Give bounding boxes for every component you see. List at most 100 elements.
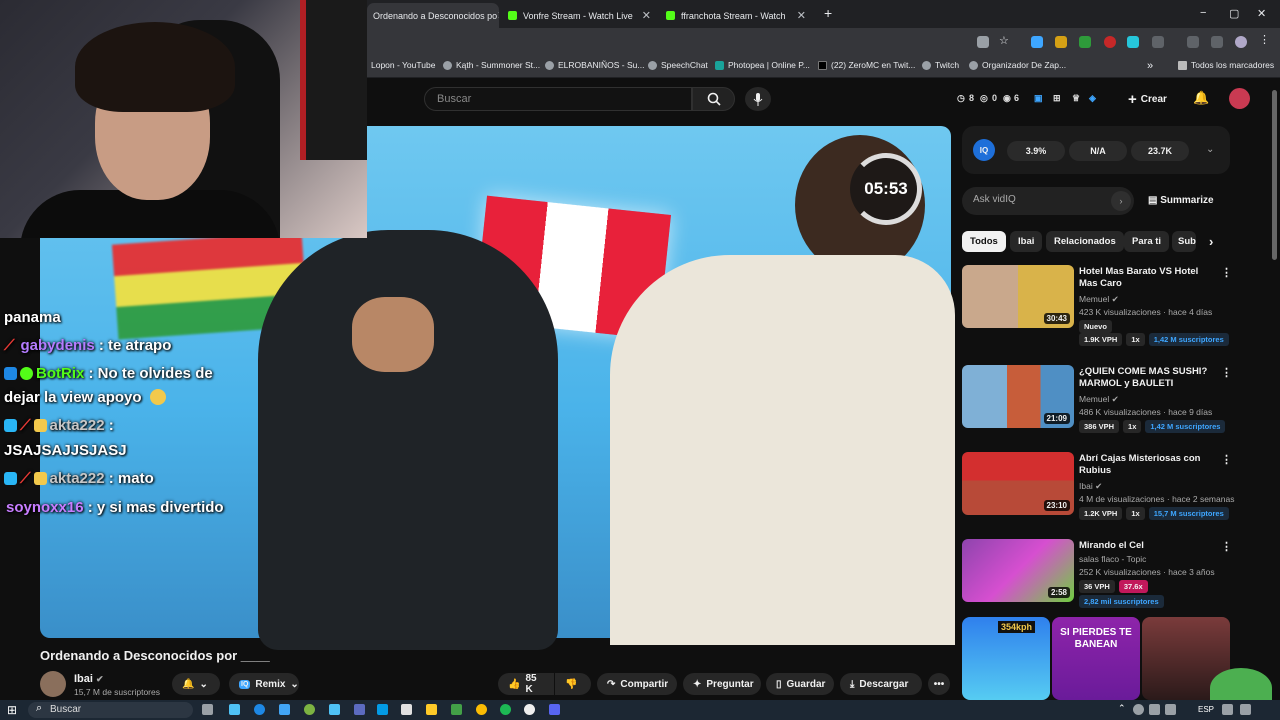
download-button[interactable]: ⤓ Descargar — [840, 673, 922, 695]
app-icon[interactable] — [279, 704, 290, 715]
search-input[interactable]: Buscar — [424, 87, 692, 111]
chip-para-ti[interactable]: Para ti — [1124, 231, 1170, 252]
related-channel[interactable]: Ibai ✔ — [1079, 481, 1102, 492]
extension-icon[interactable] — [1031, 36, 1043, 48]
tray-chevron-icon[interactable]: ⌃ — [1118, 703, 1126, 714]
wifi-icon[interactable] — [1222, 704, 1233, 715]
taskbar-search[interactable]: Buscar — [28, 702, 193, 718]
app-icon[interactable] — [451, 704, 462, 715]
avatar[interactable] — [1229, 88, 1250, 109]
more-vert-icon[interactable]: ⋮ — [1221, 366, 1232, 379]
app-icon[interactable] — [229, 704, 240, 715]
more-vert-icon[interactable]: ⋮ — [1221, 540, 1232, 553]
app-icon[interactable] — [329, 704, 340, 715]
extension-icon[interactable] — [1127, 36, 1139, 48]
short-thumbnail[interactable]: 354kph — [962, 617, 1050, 700]
edge-icon[interactable] — [254, 704, 265, 715]
all-bookmarks[interactable]: Todos los marcadores — [1178, 60, 1274, 70]
extension-icon[interactable] — [1104, 36, 1116, 48]
ask-button[interactable]: ✦ Preguntar — [683, 673, 761, 695]
windows-start-icon[interactable]: ⊞ — [7, 703, 17, 717]
summarize-button[interactable]: ▤ Summarize — [1148, 195, 1214, 206]
chip-ibai[interactable]: Ibai — [1010, 231, 1043, 252]
related-channel[interactable]: Memuel ✔ — [1079, 294, 1119, 305]
bookmark-item[interactable]: SpeechChat — [648, 60, 708, 70]
volume-icon[interactable] — [1240, 704, 1251, 715]
bookmark-item[interactable]: (22) ZeroMC en Twit... — [818, 60, 915, 70]
mic-button[interactable] — [745, 87, 771, 111]
send-icon[interactable]: › — [1111, 191, 1131, 211]
discord-icon[interactable] — [549, 704, 560, 715]
vidiq-icon[interactable]: ▣ — [1034, 93, 1043, 104]
related-title[interactable]: Hotel Mas Barato VS Hotel Mas Caro — [1079, 266, 1219, 290]
cast-icon[interactable] — [977, 36, 989, 48]
new-tab-button[interactable]: + — [824, 5, 832, 21]
tab-active[interactable]: Ordenando a Desconocidos po ✕ — [367, 3, 499, 28]
related-title[interactable]: Mirando el Cel — [1079, 540, 1219, 552]
grid-icon[interactable]: ⊞ — [1053, 93, 1061, 104]
short-thumbnail[interactable]: SI PIERDES TE BANEAN — [1052, 617, 1140, 700]
more-vert-icon[interactable]: ⋮ — [1221, 266, 1232, 279]
chip-todos[interactable]: Todos — [962, 231, 1006, 252]
tab-vonfre[interactable]: Vonfre Stream - Watch Live ✕ — [502, 3, 657, 28]
related-channel[interactable]: Memuel ✔ — [1079, 394, 1119, 405]
obs-icon[interactable] — [524, 704, 535, 715]
chip-relacionados[interactable]: Relacionados — [1046, 231, 1124, 252]
menu-icon[interactable]: ⋮ — [1259, 33, 1271, 46]
app-icon[interactable] — [304, 704, 315, 715]
notification-bell-button[interactable]: 🔔 ⌄ — [172, 673, 220, 695]
tray-icon[interactable] — [1165, 704, 1176, 715]
app-icon[interactable] — [354, 704, 365, 715]
download-icon[interactable] — [1187, 36, 1199, 48]
trophy-icon[interactable]: ♕ — [1072, 93, 1080, 104]
spotify-icon[interactable] — [500, 704, 511, 715]
app-icon[interactable] — [401, 704, 412, 715]
bookmark-item[interactable]: Kąth - Summoner St... — [443, 60, 540, 70]
bookmarks-overflow[interactable]: » — [1147, 60, 1153, 72]
bookmark-item[interactable]: Twitch — [922, 60, 959, 70]
bookmark-item[interactable]: ELROBANIÑOS - Su... — [545, 60, 644, 70]
bookmark-item[interactable]: Lopon - YouTube — [371, 60, 435, 70]
media-icon[interactable] — [1211, 36, 1223, 48]
tray-icon[interactable] — [1149, 704, 1160, 715]
puzzle-icon[interactable] — [1152, 36, 1164, 48]
minimize-button[interactable]: − — [1200, 7, 1206, 19]
channel-avatar[interactable] — [40, 671, 66, 697]
related-thumbnail[interactable]: 21:09 — [962, 365, 1074, 428]
chevron-right-icon[interactable]: › — [1209, 234, 1213, 249]
close-icon[interactable]: ✕ — [497, 9, 499, 22]
language-indicator[interactable]: ESP — [1198, 705, 1214, 714]
chip-sub[interactable]: Sub — [1172, 231, 1196, 252]
extension-icon[interactable] — [1079, 36, 1091, 48]
related-thumbnail[interactable]: 2:58 — [962, 539, 1074, 602]
like-button[interactable]: 👍 85 K — [498, 673, 554, 695]
tab-ffranchota[interactable]: ffranchota Stream - Watch ✕ — [660, 3, 812, 28]
dislike-button[interactable]: 👎 — [555, 673, 591, 695]
chrome-icon[interactable] — [476, 704, 487, 715]
related-thumbnail[interactable]: 30:43 — [962, 265, 1074, 328]
profile-icon[interactable] — [1235, 36, 1247, 48]
scrollbar[interactable] — [1272, 90, 1277, 260]
folder-icon[interactable] — [426, 704, 437, 715]
remix-button[interactable]: IQ Remix ⌄ — [229, 673, 299, 695]
related-channel[interactable]: salas flaco - Topic — [1079, 554, 1146, 564]
close-icon[interactable]: ✕ — [797, 9, 806, 22]
ask-vidiq-input[interactable]: Ask vidIQ — [962, 187, 1134, 215]
channel-name[interactable]: Ibai ✔ — [74, 673, 104, 685]
close-icon[interactable]: ✕ — [642, 9, 651, 22]
more-actions-button[interactable]: ••• — [928, 673, 950, 695]
bookmark-item[interactable]: Organizador De Zap... — [969, 60, 1066, 70]
tray-icon[interactable] — [1133, 704, 1144, 715]
related-title[interactable]: ¿QUIEN COME MAS SUSHI? MARMOL y BAULETI — [1079, 366, 1219, 390]
create-button[interactable]: + Crear — [1128, 89, 1178, 109]
search-button[interactable] — [692, 87, 735, 111]
more-vert-icon[interactable]: ⋮ — [1221, 453, 1232, 466]
related-title[interactable]: Abrí Cajas Misteriosas con Rubius — [1079, 453, 1219, 477]
star-icon[interactable]: ☆ — [999, 34, 1011, 47]
notifications-icon[interactable]: 🔔 — [1193, 90, 1209, 106]
save-button[interactable]: ▯ Guardar — [766, 673, 834, 695]
bookmark-item[interactable]: Photopea | Online P... — [715, 60, 810, 70]
extension-icon[interactable] — [1055, 36, 1067, 48]
close-window-button[interactable]: ✕ — [1257, 7, 1266, 20]
app-icon[interactable] — [377, 704, 388, 715]
